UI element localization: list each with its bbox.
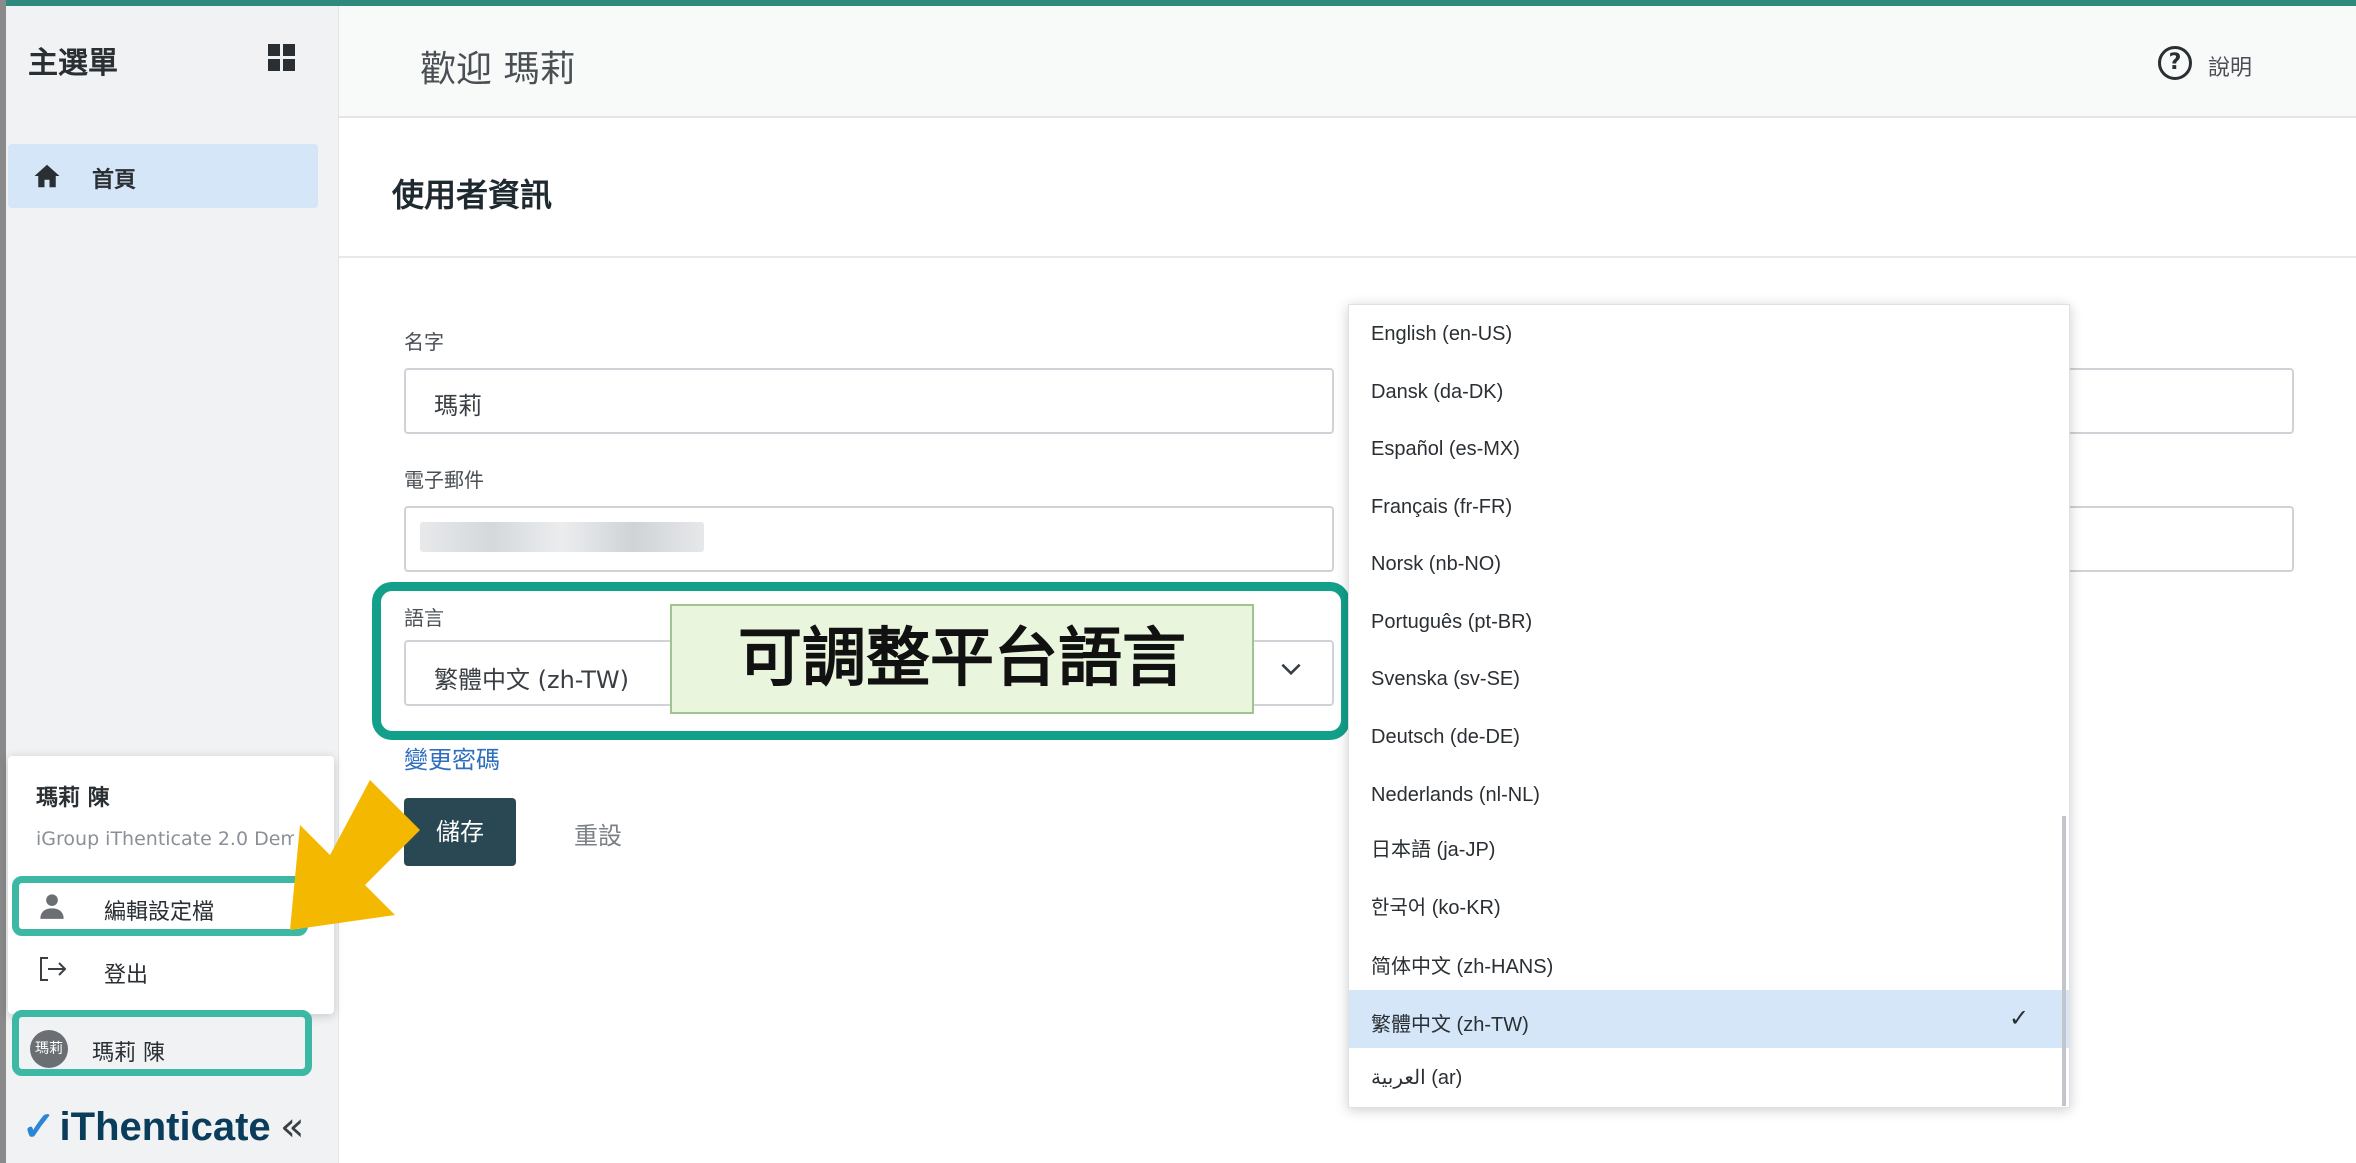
sidebar-item-label: 首頁 [92, 168, 137, 193]
language-option[interactable]: العربية (ar) [1349, 1047, 2069, 1105]
language-option-label: Deutsch (de-DE) [1371, 726, 1520, 748]
logout-icon[interactable] [38, 956, 68, 982]
language-option[interactable]: Deutsch (de-DE) [1349, 708, 2069, 766]
logout-menu-item[interactable]: 登出 [104, 957, 148, 989]
ithenticate-logo: ✓ iThenticate [22, 1104, 271, 1150]
annotation-callout: 可調整平台語言 [670, 604, 1254, 714]
language-option[interactable]: Norsk (nb-NO) [1349, 535, 2069, 593]
help-icon[interactable]: ? [2158, 46, 2192, 80]
language-option[interactable]: 한국어 (ko-KR) [1349, 873, 2069, 931]
language-option-label: English (en-US) [1371, 323, 1513, 345]
language-option[interactable]: Português (pt-BR) [1349, 593, 2069, 651]
language-option-label: 日本語 (ja-JP) [1371, 839, 1496, 861]
language-option-label: Français (fr-FR) [1371, 496, 1513, 518]
language-option[interactable]: Español (es-MX) [1349, 420, 2069, 478]
language-option-label: 한국어 (ko-KR) [1371, 897, 1501, 919]
language-option[interactable]: Svenska (sv-SE) [1349, 650, 2069, 708]
language-option[interactable]: Français (fr-FR) [1349, 478, 2069, 536]
language-option-label: Norsk (nb-NO) [1371, 553, 1502, 575]
name-field-value: 瑪莉 [434, 392, 482, 420]
profile-name: 瑪莉 陳 [36, 786, 110, 811]
last-name-field[interactable] [2050, 368, 2294, 434]
person-icon [40, 894, 64, 919]
checkmark-icon: ✓ [2009, 1005, 2030, 1032]
language-option-label: 繁體中文 (zh-TW) [1371, 1014, 1529, 1036]
collapse-sidebar-icon[interactable]: « [280, 1104, 304, 1150]
brand-name: iThenticate [59, 1105, 271, 1149]
language-option-label: العربية (ar) [1371, 1067, 1463, 1089]
user-account-label: 瑪莉 陳 [92, 1041, 165, 1066]
language-option-label: 简体中文 (zh-HANS) [1371, 956, 1554, 978]
annotation-arrow [290, 780, 420, 930]
email-label: 電子郵件 [404, 468, 484, 492]
name-label: 名字 [404, 330, 444, 354]
edit-profile-label: 編輯設定檔 [104, 900, 215, 925]
secondary-field[interactable] [2050, 506, 2294, 572]
top-header [339, 6, 2356, 118]
language-option-label: Svenska (sv-SE) [1371, 668, 1520, 690]
sidebar-item-home[interactable]: 首頁 [8, 144, 318, 208]
language-dropdown-list: English (en-US) Dansk (da-DK) Español (es-… [1348, 304, 2070, 1108]
language-option-label: Dansk (da-DK) [1371, 381, 1504, 403]
page-title: 歡迎 瑪莉 [420, 49, 576, 90]
sidebar-title: 主選單 [28, 46, 118, 81]
profile-organization: iGroup iThenticate 2.0 Demo [36, 828, 294, 850]
language-option-label: Español (es-MX) [1371, 438, 1520, 460]
language-option[interactable]: 繁體中文 (zh-TW) ✓ [1349, 990, 2069, 1048]
check-logo-icon: ✓ [22, 1105, 56, 1149]
language-option-label: Nederlands (nl-NL) [1371, 784, 1540, 806]
help-link[interactable]: 說明 [2208, 50, 2252, 82]
name-field[interactable] [404, 368, 1334, 434]
language-option[interactable]: 简体中文 (zh-HANS) [1349, 932, 2069, 990]
dropdown-scrollbar[interactable] [2062, 816, 2066, 1106]
language-option[interactable]: English (en-US) [1349, 305, 2069, 363]
home-icon [34, 164, 60, 188]
language-option[interactable]: 日本語 (ja-JP) [1349, 815, 2069, 873]
apps-grid-icon[interactable] [268, 44, 296, 72]
redacted-email [420, 522, 704, 552]
section-title: 使用者資訊 [392, 176, 553, 214]
reset-button[interactable]: 重設 [574, 816, 622, 851]
language-option-label: Português (pt-BR) [1371, 611, 1533, 633]
language-option[interactable]: Dansk (da-DK) [1349, 363, 2069, 421]
avatar: 瑪莉 [30, 1030, 68, 1068]
section-divider [339, 256, 2356, 258]
